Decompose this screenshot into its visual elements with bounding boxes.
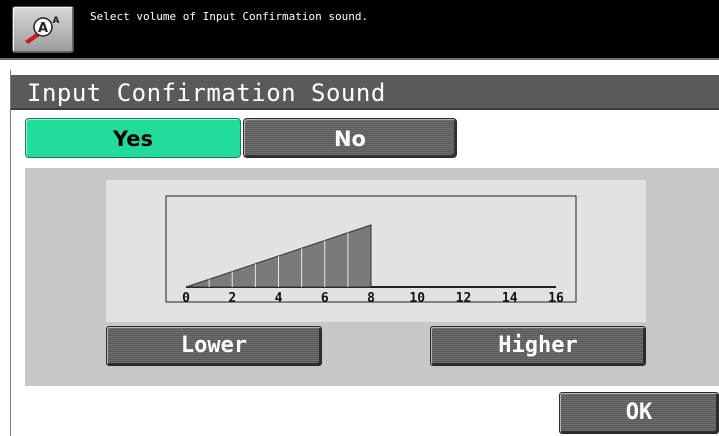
ok-button[interactable]: OK	[559, 392, 719, 434]
volume-graph: 0 2 4 6 8 10 12 14 16	[106, 180, 646, 322]
volume-tick-label: 12	[456, 291, 472, 306]
main-panel: Input Confirmation Sound Yes No 0 2 4 6 8 10 1…	[10, 70, 719, 436]
title-bar: Input Confirmation Sound	[11, 75, 719, 110]
volume-tick-label: 16	[548, 291, 564, 306]
volume-tick-label: 10	[409, 291, 425, 306]
accessibility-icon: A A	[25, 16, 60, 44]
yes-button[interactable]: Yes	[25, 118, 241, 158]
volume-tick-label: 4	[275, 291, 283, 306]
svg-text:A: A	[38, 21, 48, 36]
volume-tick-label: 8	[367, 291, 375, 306]
higher-button[interactable]: Higher	[430, 326, 646, 366]
message-bar: A A Select volume of Input Confirmation …	[0, 0, 719, 60]
volume-tick-label: 0	[182, 291, 190, 306]
volume-tick-label: 6	[321, 291, 329, 306]
accessibility-button[interactable]: A A	[12, 6, 74, 53]
volume-tick-label: 2	[228, 291, 236, 306]
svg-text:A: A	[53, 16, 60, 26]
lower-button[interactable]: Lower	[106, 326, 322, 366]
volume-panel: 0 2 4 6 8 10 12 14 16 Lower Higher	[25, 168, 719, 386]
volume-tick-label: 14	[502, 291, 518, 306]
no-button[interactable]: No	[243, 118, 457, 158]
volume-chart: 0 2 4 6 8 10 12 14 16	[165, 195, 577, 306]
page-title: Input Confirmation Sound	[27, 79, 386, 107]
instruction-message: Select volume of Input Confirmation soun…	[90, 10, 369, 23]
